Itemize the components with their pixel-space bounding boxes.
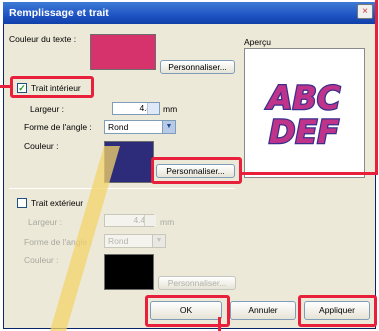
callout-wedge bbox=[50, 146, 120, 331]
